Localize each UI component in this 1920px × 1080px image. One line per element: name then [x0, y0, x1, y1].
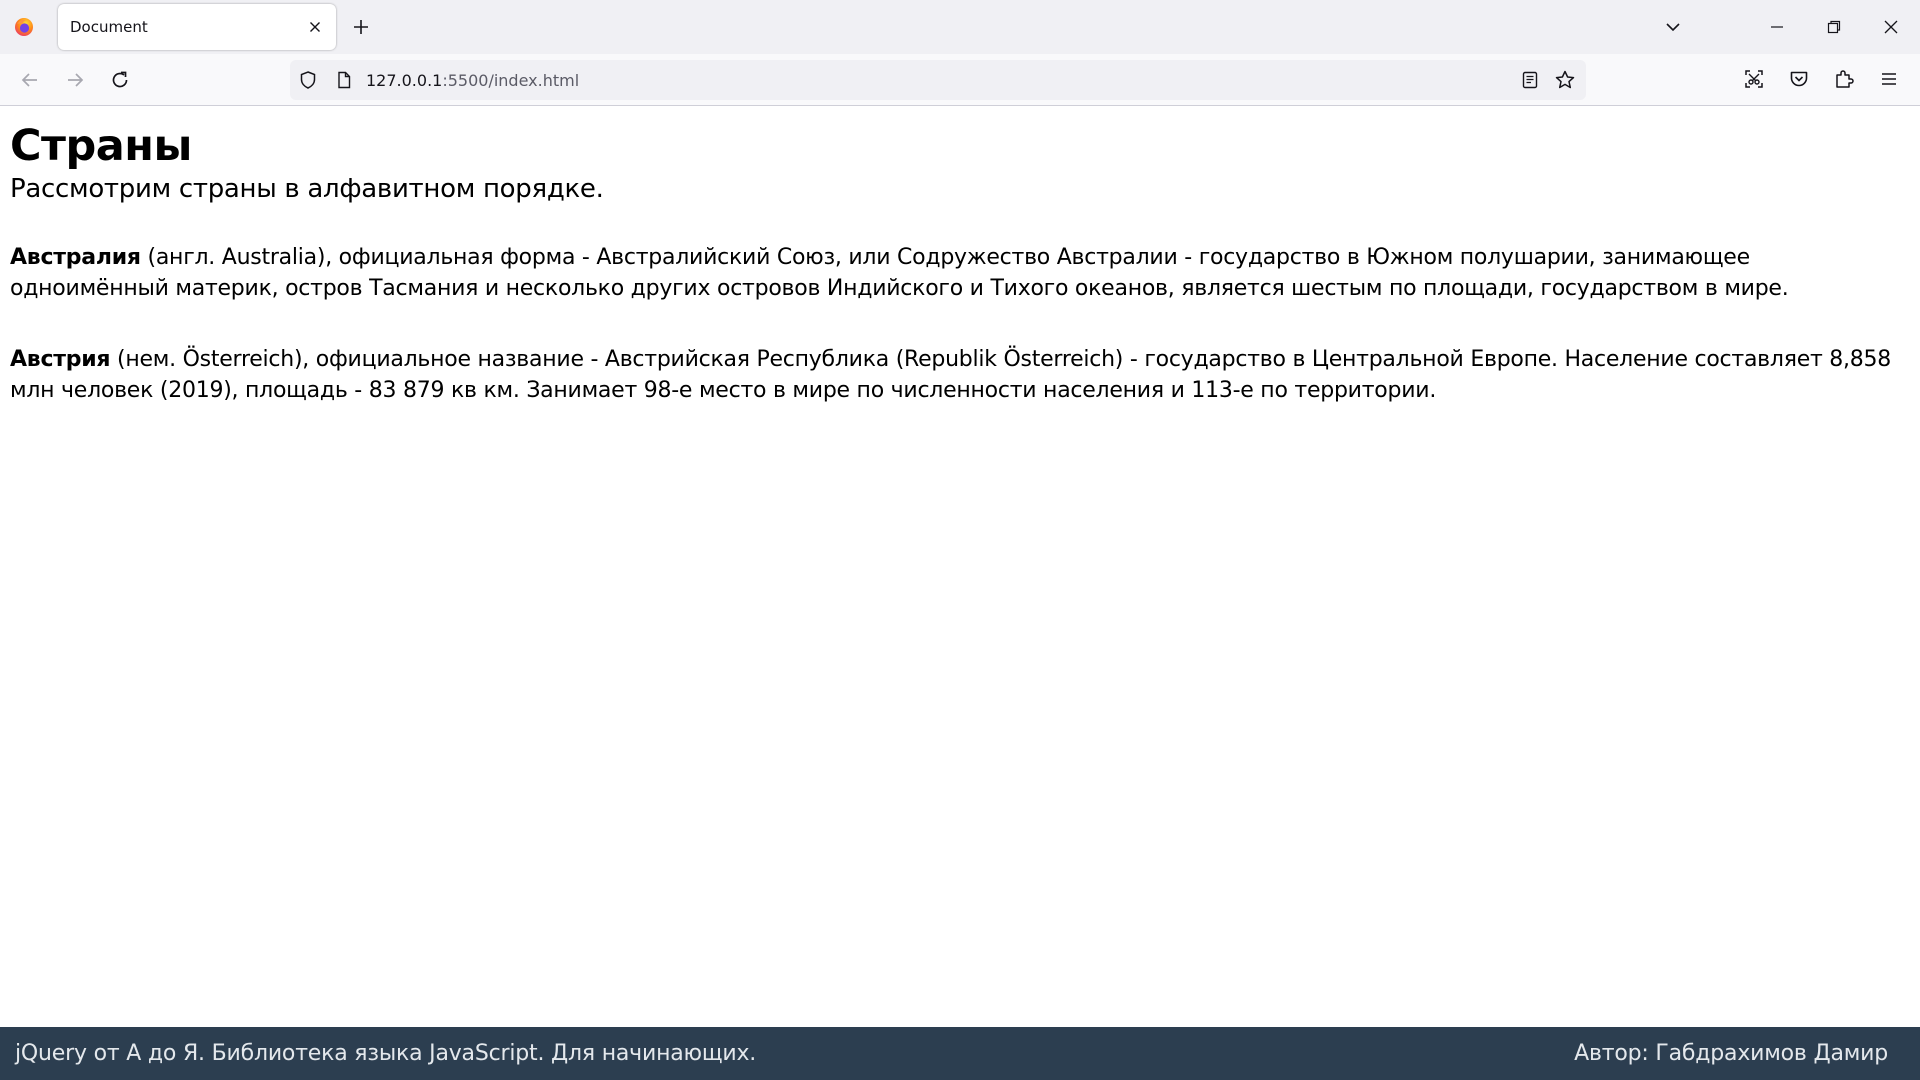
chevron-down-icon[interactable]	[1662, 16, 1684, 38]
restore-icon[interactable]	[1823, 16, 1845, 38]
country-paragraph-austria: Австрия (нем. Österreich), официальное н…	[10, 344, 1910, 406]
page-title: Страны	[10, 121, 192, 171]
reader-view-icon[interactable]	[1520, 70, 1540, 90]
firefox-logo-icon[interactable]	[14, 17, 34, 37]
url-path: :5500/index.html	[442, 71, 580, 90]
country-name: Австрия	[10, 347, 111, 372]
country-description: (нем. Österreich), официальное название …	[10, 347, 1892, 403]
url-bar[interactable]: 127.0.0.1:5500/index.html	[290, 60, 1586, 100]
screenshot-icon[interactable]	[1742, 67, 1766, 91]
window-close-icon[interactable]	[1880, 16, 1902, 38]
url-text[interactable]: 127.0.0.1:5500/index.html	[366, 71, 579, 90]
tab-title: Document	[70, 18, 148, 36]
active-tab[interactable]: Document	[58, 4, 336, 50]
minimize-icon[interactable]	[1766, 16, 1788, 38]
url-host: 127.0.0.1	[366, 71, 443, 90]
page-icon[interactable]	[334, 70, 354, 90]
plus-icon[interactable]	[350, 16, 372, 38]
footer-author: Автор: Габдрахимов Дамир	[1574, 1041, 1888, 1066]
hamburger-menu-icon[interactable]	[1877, 67, 1901, 91]
page-footer: jQuery от А до Я. Библиотека языка JavaS…	[0, 1027, 1920, 1080]
country-paragraph-australia: Австралия (англ. Australia), официальная…	[10, 242, 1910, 304]
reload-icon[interactable]	[108, 68, 132, 92]
navigation-toolbar: 127.0.0.1:5500/index.html	[0, 54, 1920, 106]
page-content: Страны Рассмотрим страны в алфавитном по…	[10, 120, 1910, 406]
page-subtitle: Рассмотрим страны в алфавитном порядке.	[10, 174, 604, 204]
puzzle-icon[interactable]	[1832, 67, 1856, 91]
close-icon[interactable]	[306, 18, 324, 36]
tab-strip: Document	[0, 0, 1920, 54]
footer-course-title: jQuery от А до Я. Библиотека языка JavaS…	[15, 1041, 757, 1066]
arrow-right-icon[interactable]	[63, 68, 87, 92]
country-description: (англ. Australia), официальная форма - А…	[10, 245, 1789, 301]
country-name: Австралия	[10, 245, 141, 270]
shield-icon[interactable]	[298, 70, 318, 90]
star-icon[interactable]	[1554, 69, 1576, 91]
pocket-icon[interactable]	[1787, 67, 1811, 91]
arrow-left-icon[interactable]	[18, 68, 42, 92]
